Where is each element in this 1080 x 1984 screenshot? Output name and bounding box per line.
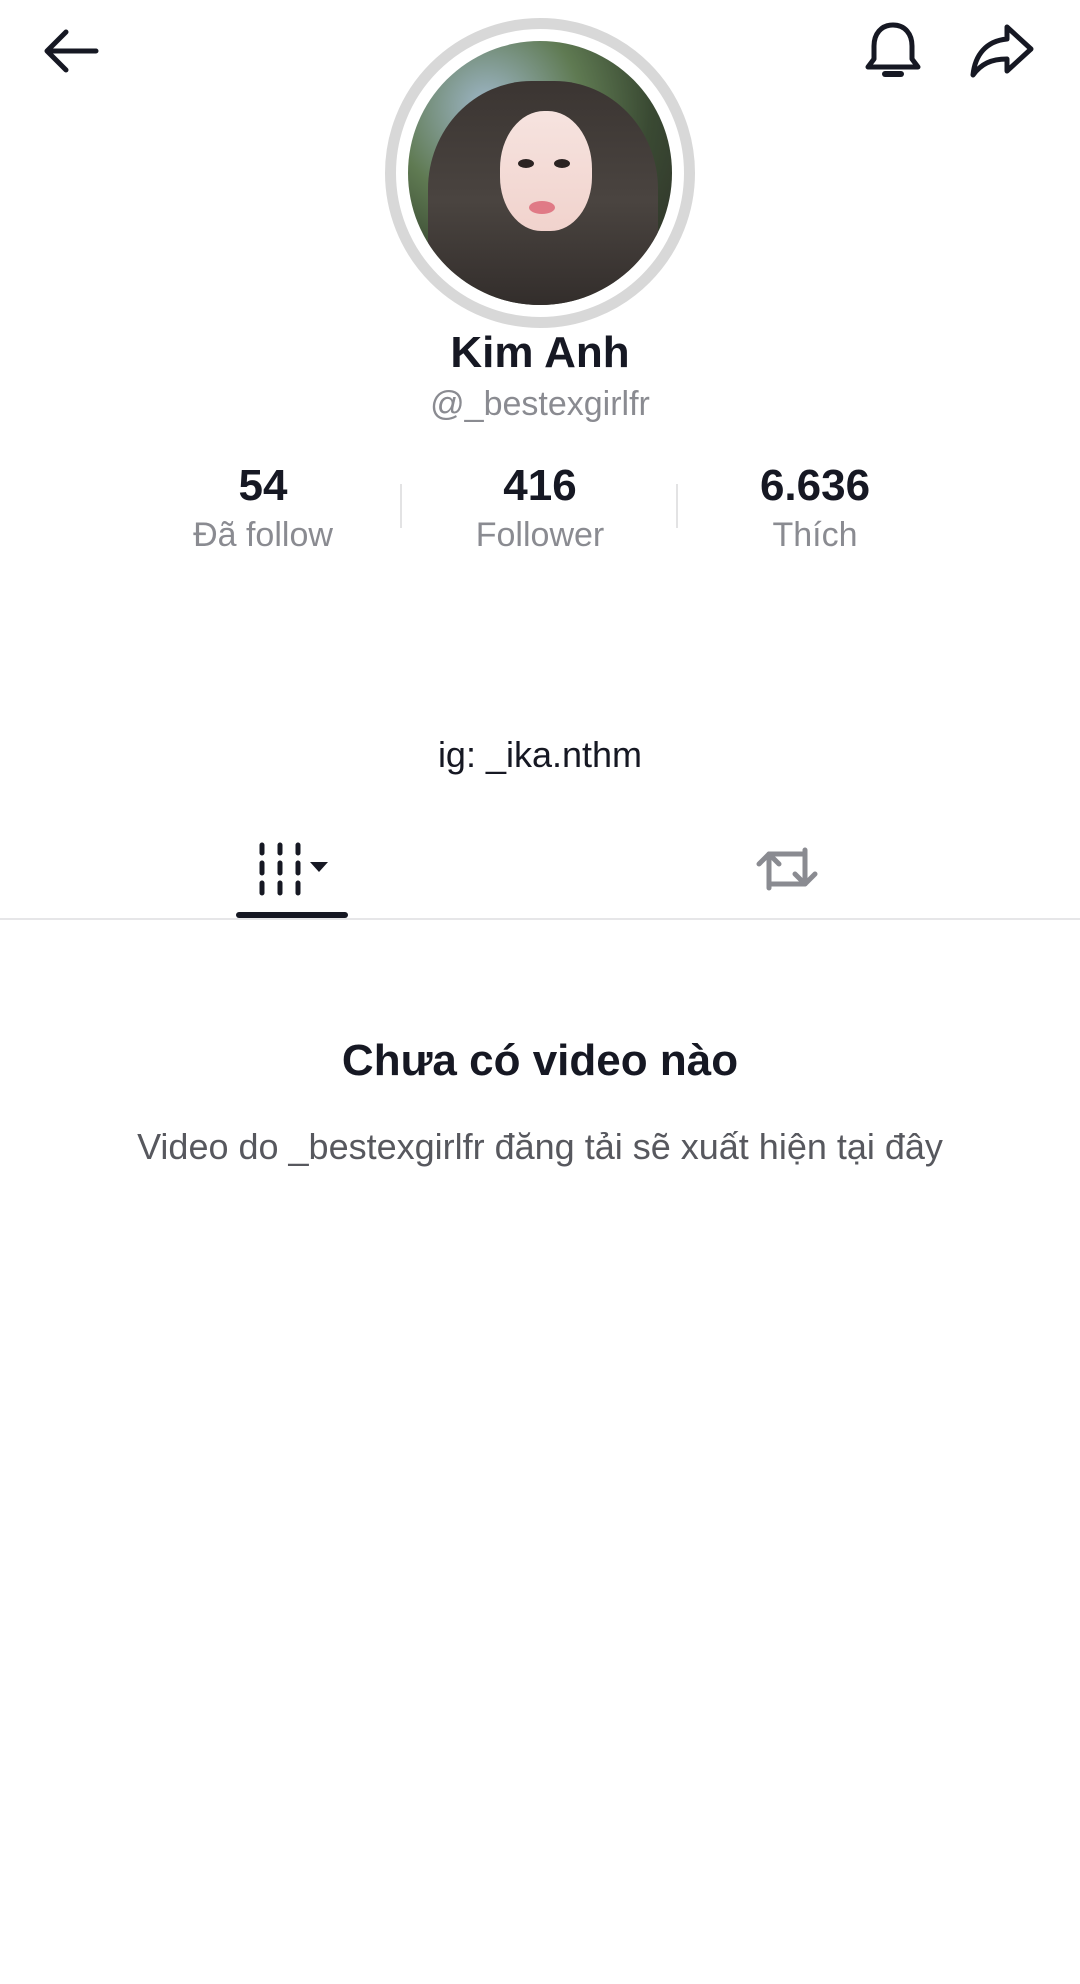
stat-divider xyxy=(676,484,678,528)
profile-page: Kim Anh @_bestexgirlfr 54 Đã follow 416 … xyxy=(0,0,1080,1984)
avatar-ring[interactable] xyxy=(385,18,695,328)
bio-text: ig: _ika.nthm xyxy=(437,734,643,775)
stat-likes-label: Thích xyxy=(772,516,858,554)
tab-reposts[interactable] xyxy=(731,820,843,918)
stats-row: 54 Đã follow 416 Follower 6.636 Thích xyxy=(0,460,1080,560)
repost-icon xyxy=(756,847,818,891)
share-arrow-icon xyxy=(970,24,1034,78)
stat-following[interactable]: 54 Đã follow xyxy=(133,460,393,558)
content-tabs xyxy=(0,820,1080,920)
arrow-left-icon xyxy=(44,29,99,73)
avatar-lips-shape xyxy=(529,201,555,214)
grid-bars-dropdown-icon xyxy=(259,842,328,896)
empty-state-subtitle: Video do _bestexgirlfr đăng tải sẽ xuất … xyxy=(137,1126,943,1167)
avatar xyxy=(408,41,672,305)
tab-videos[interactable] xyxy=(236,820,348,918)
bell-icon xyxy=(865,22,921,77)
stat-followers-value: 416 xyxy=(503,461,577,510)
stat-likes[interactable]: 6.636 Thích xyxy=(685,460,945,558)
avatar-eye-shape xyxy=(518,159,534,168)
stat-following-label: Đã follow xyxy=(193,516,333,554)
username: @_bestexgirlfr xyxy=(430,385,650,423)
stat-following-value: 54 xyxy=(238,461,288,510)
stat-followers-label: Follower xyxy=(475,516,605,554)
empty-state-title: Chưa có video nào xyxy=(341,1036,739,1085)
share-button[interactable] xyxy=(966,15,1038,87)
active-tab-indicator xyxy=(236,912,348,918)
display-name: Kim Anh xyxy=(450,328,630,377)
back-button[interactable] xyxy=(34,15,106,87)
notification-bell-button[interactable] xyxy=(857,15,929,87)
stat-likes-value: 6.636 xyxy=(759,461,871,510)
avatar-eye-shape xyxy=(554,159,570,168)
stat-divider xyxy=(400,484,402,528)
stat-followers[interactable]: 416 Follower xyxy=(410,460,670,558)
